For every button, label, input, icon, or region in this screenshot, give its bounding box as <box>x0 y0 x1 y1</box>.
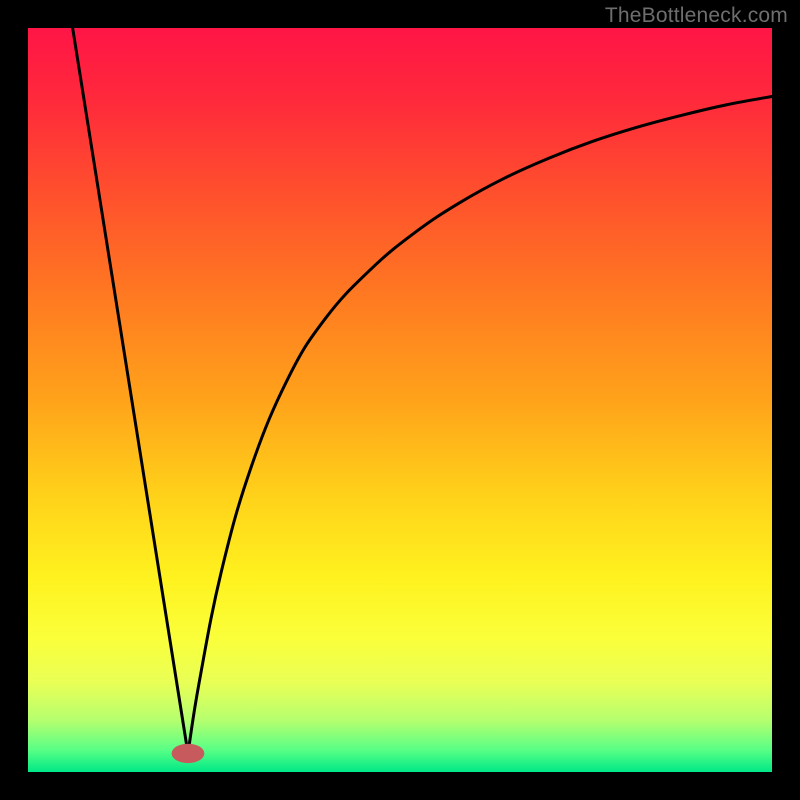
vertex-marker <box>172 744 205 763</box>
gradient-background <box>28 28 772 772</box>
bottleneck-curve-chart <box>28 28 772 772</box>
chart-panel <box>28 28 772 772</box>
watermark-text: TheBottleneck.com <box>605 4 788 28</box>
